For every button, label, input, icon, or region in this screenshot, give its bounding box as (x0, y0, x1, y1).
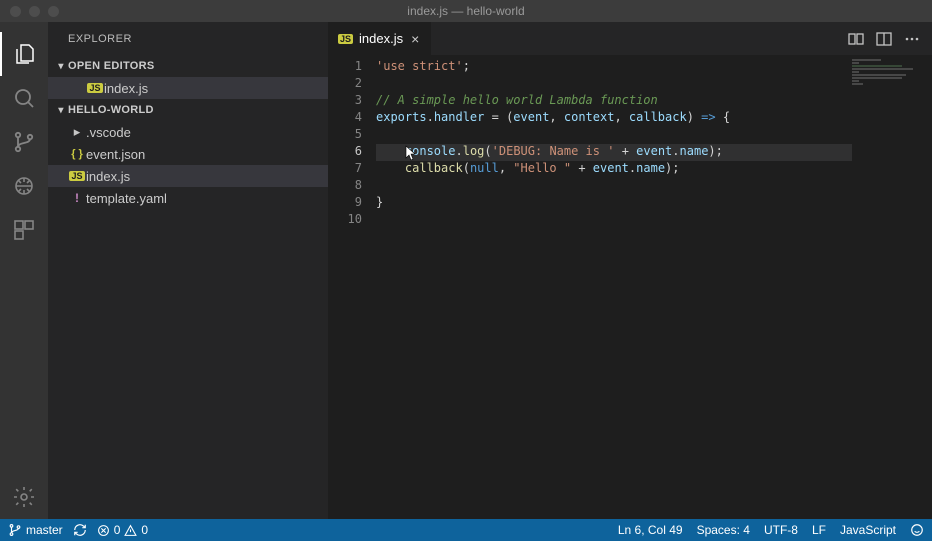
feedback-status[interactable] (910, 523, 924, 537)
code-line[interactable]: 'use strict'; (376, 59, 932, 76)
branch-name: master (26, 523, 63, 537)
code-line[interactable]: console.log('DEBUG: Name is ' + event.na… (376, 144, 852, 161)
sidebar-title: EXPLORER (48, 22, 328, 55)
line-number: 10 (328, 212, 376, 229)
file-item-index-js[interactable]: JS index.js (48, 165, 328, 187)
minimap[interactable] (852, 59, 924, 89)
explorer-sidebar: EXPLORER ▾ OPEN EDITORS JS index.js ▾ HE… (48, 22, 328, 519)
editor-area: JS index.js × 12345678910 'use strict'; /… (328, 22, 932, 519)
line-number: 9 (328, 195, 376, 212)
gear-icon (12, 485, 36, 509)
error-icon (97, 524, 110, 537)
js-file-icon: JS (86, 83, 104, 93)
code-line[interactable]: } (376, 195, 932, 212)
code-line[interactable]: exports.handler = (event, context, callb… (376, 110, 932, 127)
close-window-button[interactable] (10, 6, 21, 17)
smiley-icon (910, 523, 924, 537)
line-number: 6 (328, 144, 376, 161)
open-editors-header[interactable]: ▾ OPEN EDITORS (48, 55, 328, 77)
code-line[interactable]: callback(null, "Hello " + event.name); (376, 161, 932, 178)
source-control-activity[interactable] (0, 120, 48, 164)
title-bar: index.js — hello-world (0, 0, 932, 22)
sync-icon (73, 523, 87, 537)
extensions-activity[interactable] (0, 208, 48, 252)
open-editor-item[interactable]: JS index.js (48, 77, 328, 99)
folder-label: HELLO-WORLD (68, 104, 154, 116)
window-title: index.js — hello-world (407, 4, 524, 18)
line-number: 1 (328, 59, 376, 76)
git-branch-status[interactable]: master (8, 523, 63, 537)
debug-activity[interactable] (0, 164, 48, 208)
cursor-position-status[interactable]: Ln 6, Col 49 (618, 523, 683, 537)
tab-label: index.js (359, 31, 403, 46)
line-number: 3 (328, 93, 376, 110)
chevron-right-icon: ▸ (68, 124, 86, 140)
chevron-down-icon: ▾ (54, 105, 68, 116)
json-file-icon: { } (68, 148, 86, 160)
open-editor-name: index.js (104, 81, 148, 96)
encoding-status[interactable]: UTF-8 (764, 523, 798, 537)
editor-body[interactable]: 12345678910 'use strict'; // A simple hel… (328, 55, 932, 519)
folder-name: .vscode (86, 125, 131, 140)
tab-bar: JS index.js × (328, 22, 932, 55)
code-line[interactable] (376, 127, 932, 144)
sync-status[interactable] (73, 523, 87, 537)
bug-icon (12, 174, 36, 198)
split-editor-icon[interactable] (876, 31, 892, 47)
js-file-icon: JS (338, 33, 353, 45)
warning-icon (124, 524, 137, 537)
more-actions-icon[interactable] (904, 31, 920, 47)
extensions-icon (12, 218, 36, 242)
explorer-activity[interactable] (0, 32, 48, 76)
folder-header[interactable]: ▾ HELLO-WORLD (48, 99, 328, 121)
line-number-gutter: 12345678910 (328, 55, 376, 519)
file-name: event.json (86, 147, 145, 162)
line-number: 8 (328, 178, 376, 195)
folder-item-vscode[interactable]: ▸ .vscode (48, 121, 328, 143)
code-line[interactable] (376, 178, 932, 195)
minimize-window-button[interactable] (29, 6, 40, 17)
eol-status[interactable]: LF (812, 523, 826, 537)
code-content[interactable]: 'use strict'; // A simple hello world Lam… (376, 55, 932, 519)
tab-actions (848, 22, 932, 55)
js-file-icon: JS (68, 171, 86, 181)
activity-bar (0, 22, 48, 519)
search-activity[interactable] (0, 76, 48, 120)
warning-count: 0 (141, 523, 148, 537)
file-name: template.yaml (86, 191, 167, 206)
problems-status[interactable]: 0 0 (97, 523, 148, 537)
tab-index-js[interactable]: JS index.js × (328, 22, 432, 55)
line-number: 7 (328, 161, 376, 178)
code-line[interactable] (376, 212, 932, 229)
files-icon (13, 42, 37, 66)
line-number: 2 (328, 76, 376, 93)
branch-icon (8, 523, 22, 537)
code-line[interactable] (376, 76, 932, 93)
compare-changes-icon[interactable] (848, 31, 864, 47)
language-status[interactable]: JavaScript (840, 523, 896, 537)
open-editors-label: OPEN EDITORS (68, 60, 155, 72)
file-item-template-yaml[interactable]: ! template.yaml (48, 187, 328, 209)
search-icon (12, 86, 36, 110)
branch-icon (12, 130, 36, 154)
settings-activity[interactable] (0, 475, 48, 519)
file-item-event-json[interactable]: { } event.json (48, 143, 328, 165)
chevron-down-icon: ▾ (54, 61, 68, 72)
yaml-file-icon: ! (68, 191, 86, 205)
line-number: 4 (328, 110, 376, 127)
code-line[interactable]: // A simple hello world Lambda function (376, 93, 932, 110)
status-bar: master 0 0 Ln 6, Col 49 Spaces: 4 UTF-8 … (0, 519, 932, 541)
error-count: 0 (114, 523, 121, 537)
line-number: 5 (328, 127, 376, 144)
indentation-status[interactable]: Spaces: 4 (697, 523, 750, 537)
close-tab-button[interactable]: × (409, 31, 421, 47)
file-name: index.js (86, 169, 130, 184)
window-controls (0, 6, 59, 17)
zoom-window-button[interactable] (48, 6, 59, 17)
